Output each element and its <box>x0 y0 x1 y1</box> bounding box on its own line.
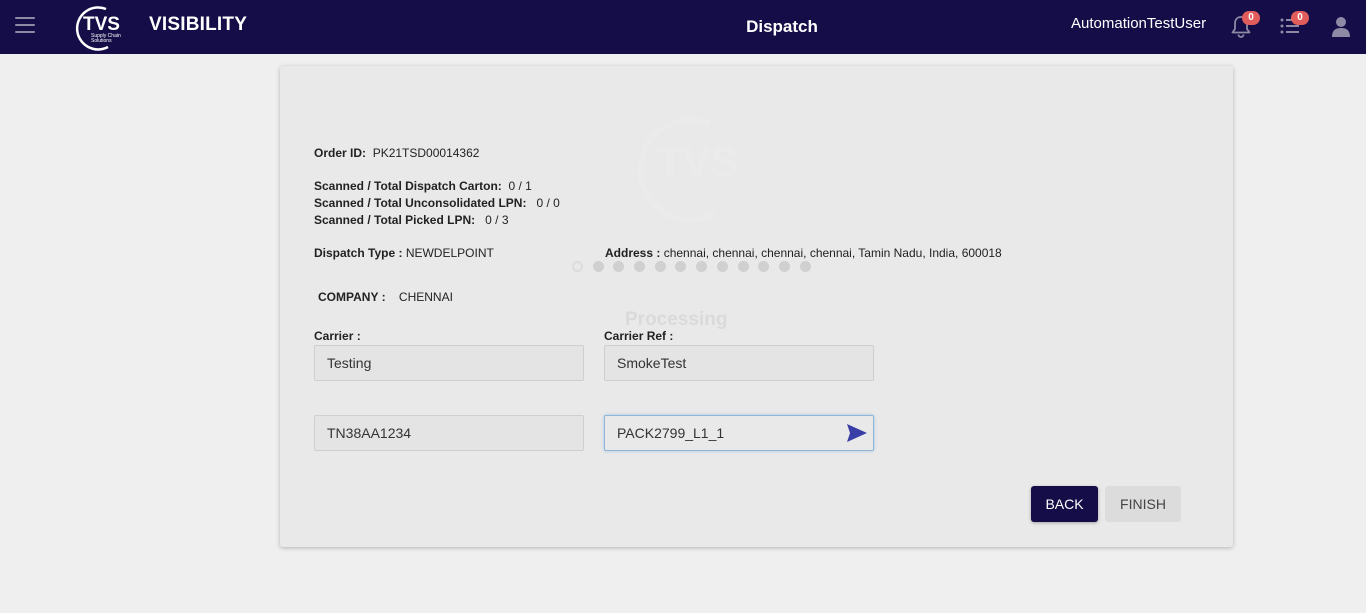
carton-row: Scanned / Total Dispatch Carton: 0 / 1 <box>314 179 532 193</box>
notifications-badge: 0 <box>1242 11 1260 25</box>
scan-lpn-value: PACK2799_L1_1 <box>617 425 725 441</box>
back-button[interactable]: BACK <box>1031 486 1098 522</box>
unconsolidated-value: 0 / 0 <box>536 196 560 210</box>
vehicle-number-input[interactable]: TN38AA1234 <box>314 415 584 451</box>
task-list-icon[interactable]: 0 <box>1279 11 1309 38</box>
carton-value: 0 / 1 <box>508 179 532 193</box>
order-id-label: Order ID: <box>314 146 367 160</box>
svg-text:Solutions: Solutions <box>91 38 112 44</box>
dispatch-type-label: Dispatch Type : <box>314 246 403 260</box>
company-value: CHENNAI <box>398 290 453 304</box>
order-id-value: PK21TSD00014362 <box>372 146 480 160</box>
unconsolidated-row: Scanned / Total Unconsolidated LPN: 0 / … <box>314 196 560 210</box>
dispatch-type-value: NEWDELPOINT <box>405 246 494 260</box>
notifications-bell-icon[interactable]: 0 <box>1230 11 1260 38</box>
carton-label: Scanned / Total Dispatch Carton: <box>314 179 502 193</box>
address-value: chennai, chennai, chennai, chennai, Tami… <box>663 246 1002 260</box>
top-bar: TVS Supply Chain Solutions VISIBILITY Di… <box>0 0 1366 54</box>
dispatch-card: TVS Processing Order ID: PK21TSD00014362… <box>280 66 1233 547</box>
scan-lpn-input[interactable]: PACK2799_L1_1 <box>604 415 874 451</box>
address-row: Address : chennai, chennai, chennai, che… <box>605 246 1002 260</box>
picked-label: Scanned / Total Picked LPN: <box>314 213 476 227</box>
carrier-input[interactable]: Testing <box>314 345 584 381</box>
loading-dots <box>572 259 820 273</box>
carrier-ref-input[interactable]: SmokeTest <box>604 345 874 381</box>
picked-value: 0 / 3 <box>485 213 509 227</box>
user-profile-icon[interactable] <box>1331 16 1351 38</box>
order-id-row: Order ID: PK21TSD00014362 <box>314 146 479 160</box>
dispatch-type-row: Dispatch Type : NEWDELPOINT <box>314 246 494 260</box>
send-icon[interactable] <box>846 423 868 443</box>
svg-text:TVS: TVS <box>657 138 739 185</box>
loading-watermark-logo: TVS <box>637 117 739 223</box>
company-row: COMPANY : CHENNAI <box>318 290 453 304</box>
finish-button[interactable]: FINISH <box>1105 486 1181 522</box>
company-label: COMPANY : <box>318 290 386 304</box>
picked-row: Scanned / Total Picked LPN: 0 / 3 <box>314 213 509 227</box>
unconsolidated-label: Scanned / Total Unconsolidated LPN: <box>314 196 527 210</box>
tasks-badge: 0 <box>1291 11 1309 25</box>
username[interactable]: AutomationTestUser <box>1071 15 1206 32</box>
address-label: Address : <box>605 246 661 260</box>
processing-text: Processing <box>625 309 728 330</box>
carrier-ref-label: Carrier Ref : <box>604 329 674 343</box>
carrier-label: Carrier : <box>314 329 361 343</box>
